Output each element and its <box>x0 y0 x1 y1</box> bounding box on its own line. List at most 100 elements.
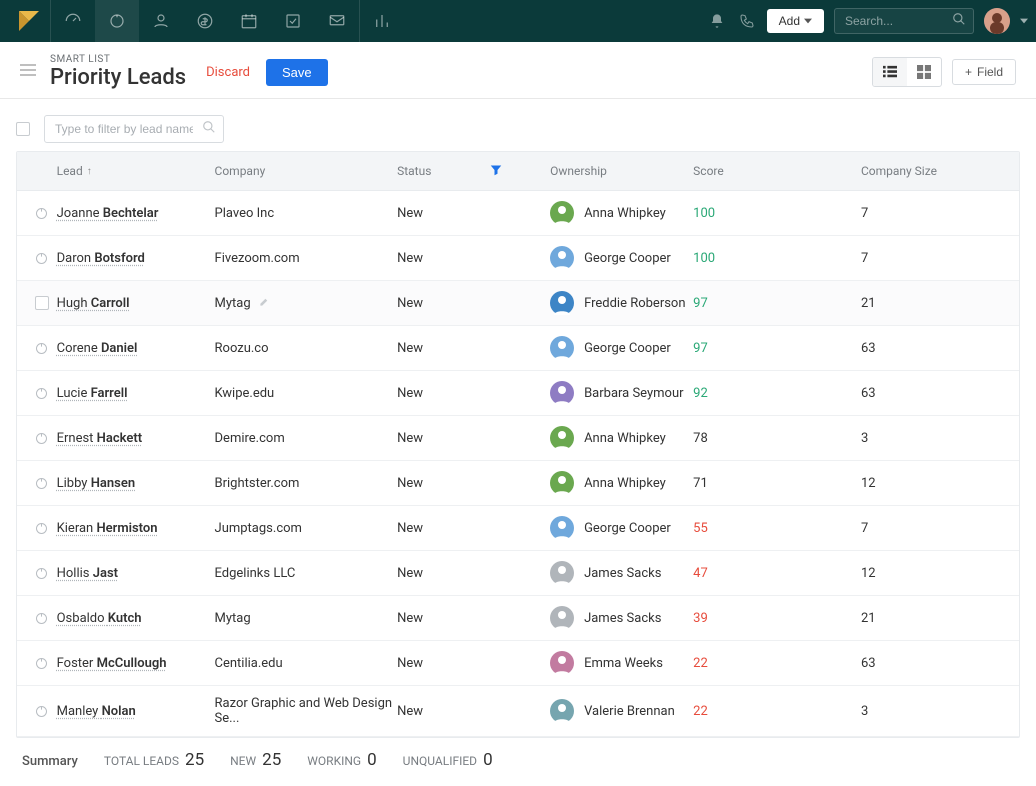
table-row[interactable]: Libby HansenBrightster.comNewAnna Whipke… <box>17 461 1019 506</box>
cell-company-size: 12 <box>861 476 1009 491</box>
edit-icon[interactable] <box>259 296 270 311</box>
owner-avatar[interactable] <box>550 651 574 675</box>
row-power-icon[interactable] <box>27 251 57 266</box>
cell-score: 47 <box>693 566 861 581</box>
cell-lead: Foster McCullough <box>57 656 215 671</box>
add-button[interactable]: Add <box>767 9 824 33</box>
owner-avatar[interactable] <box>550 426 574 450</box>
lead-link[interactable]: Hugh Carroll <box>57 296 130 311</box>
th-lead[interactable]: Lead ↑ <box>57 164 215 178</box>
cell-lead: Osbaldo Kutch <box>57 611 215 626</box>
nav-leads-icon[interactable] <box>95 0 139 42</box>
cell-score: 100 <box>693 206 861 221</box>
nav-tasks-icon[interactable] <box>271 0 315 42</box>
select-all-checkbox[interactable] <box>16 122 30 136</box>
row-power-icon[interactable] <box>27 476 57 491</box>
row-power-icon[interactable] <box>27 206 57 221</box>
owner-name: Barbara Seymour <box>584 386 683 401</box>
nav-money-icon[interactable] <box>183 0 227 42</box>
nav-reports-icon[interactable] <box>360 0 404 42</box>
row-power-icon[interactable] <box>27 566 57 581</box>
cell-owner: Freddie Roberson <box>550 291 693 315</box>
row-power-icon[interactable] <box>27 611 57 626</box>
header-right: + Field <box>872 57 1016 87</box>
row-power-icon[interactable] <box>27 341 57 356</box>
grid-view-icon[interactable] <box>907 58 941 86</box>
table-row[interactable]: Osbaldo KutchMytagNewJames Sacks3921 <box>17 596 1019 641</box>
list-view-icon[interactable] <box>873 58 907 86</box>
nav-contacts-icon[interactable] <box>139 0 183 42</box>
lead-link[interactable]: Manley Nolan <box>57 704 136 719</box>
lead-link[interactable]: Hollis Jast <box>57 566 118 581</box>
app-logo[interactable] <box>14 6 44 36</box>
lead-link[interactable]: Foster McCullough <box>57 656 167 671</box>
cell-status: New <box>397 431 550 446</box>
global-search <box>834 8 974 34</box>
cell-company: Centilia.edu <box>215 656 398 671</box>
stat-working: WORKING 0 <box>307 750 376 770</box>
discard-button[interactable]: Discard <box>206 65 250 80</box>
phone-icon[interactable] <box>737 11 757 31</box>
owner-avatar[interactable] <box>550 561 574 585</box>
th-status[interactable]: Status <box>397 164 550 178</box>
cell-score: 97 <box>693 341 861 356</box>
lead-link[interactable]: Daron Botsford <box>57 251 145 266</box>
th-company[interactable]: Company <box>215 164 398 178</box>
save-button[interactable]: Save <box>266 59 328 86</box>
summary-label: Summary <box>22 754 78 769</box>
bell-icon[interactable] <box>707 11 727 31</box>
owner-avatar[interactable] <box>550 336 574 360</box>
caret-down-icon[interactable] <box>1020 17 1028 25</box>
row-checkbox[interactable] <box>27 296 57 310</box>
owner-avatar[interactable] <box>550 381 574 405</box>
cell-score: 92 <box>693 386 861 401</box>
add-field-button[interactable]: + Field <box>952 59 1016 85</box>
owner-avatar[interactable] <box>550 606 574 630</box>
lead-link[interactable]: Ernest Hackett <box>57 431 143 446</box>
row-power-icon[interactable] <box>27 656 57 671</box>
owner-avatar[interactable] <box>550 471 574 495</box>
menu-icon[interactable] <box>20 64 36 80</box>
table-row[interactable]: Kieran HermistonJumptags.comNewGeorge Co… <box>17 506 1019 551</box>
owner-avatar[interactable] <box>550 291 574 315</box>
table-row[interactable]: Foster McCulloughCentilia.eduNewEmma Wee… <box>17 641 1019 686</box>
cell-status: New <box>397 656 550 671</box>
table-row[interactable]: Ernest HackettDemire.comNewAnna Whipkey7… <box>17 416 1019 461</box>
owner-avatar[interactable] <box>550 516 574 540</box>
th-company-size[interactable]: Company Size <box>861 164 1009 178</box>
table-row[interactable]: Daron BotsfordFivezoom.comNewGeorge Coop… <box>17 236 1019 281</box>
lead-link[interactable]: Libby Hansen <box>57 476 135 491</box>
owner-avatar[interactable] <box>550 201 574 225</box>
table-row[interactable]: Lucie FarrellKwipe.eduNewBarbara Seymour… <box>17 371 1019 416</box>
row-power-icon[interactable] <box>27 704 57 719</box>
nav-mail-icon[interactable] <box>315 0 359 42</box>
cell-status: New <box>397 476 550 491</box>
cell-company-size: 63 <box>861 341 1009 356</box>
th-ownership[interactable]: Ownership <box>550 164 693 178</box>
owner-avatar[interactable] <box>550 246 574 270</box>
table-row[interactable]: Hollis JastEdgelinks LLCNewJames Sacks47… <box>17 551 1019 596</box>
lead-link[interactable]: Osbaldo Kutch <box>57 611 142 626</box>
lead-link[interactable]: Corene Daniel <box>57 341 138 356</box>
filter-icon[interactable] <box>490 164 502 179</box>
cell-owner: George Cooper <box>550 246 693 270</box>
user-avatar[interactable] <box>984 8 1010 34</box>
cell-score: 55 <box>693 521 861 536</box>
owner-name: Anna Whipkey <box>584 431 666 446</box>
th-score[interactable]: Score <box>693 164 861 178</box>
lead-link[interactable]: Kieran Hermiston <box>57 521 158 536</box>
table-row[interactable]: Manley NolanRazor Graphic and Web Design… <box>17 686 1019 737</box>
table-row[interactable]: Joanne BechtelarPlaveo IncNewAnna Whipke… <box>17 191 1019 236</box>
cell-score: 97 <box>693 296 861 311</box>
lead-link[interactable]: Lucie Farrell <box>57 386 128 401</box>
owner-avatar[interactable] <box>550 699 574 723</box>
filter-input[interactable] <box>44 115 224 143</box>
row-power-icon[interactable] <box>27 431 57 446</box>
lead-link[interactable]: Joanne Bechtelar <box>57 206 159 221</box>
nav-dashboard-icon[interactable] <box>51 0 95 42</box>
row-power-icon[interactable] <box>27 521 57 536</box>
row-power-icon[interactable] <box>27 386 57 401</box>
nav-calendar-icon[interactable] <box>227 0 271 42</box>
table-row[interactable]: Corene DanielRoozu.coNewGeorge Cooper976… <box>17 326 1019 371</box>
table-row[interactable]: Hugh CarrollMytagNewFreddie Roberson9721 <box>17 281 1019 326</box>
